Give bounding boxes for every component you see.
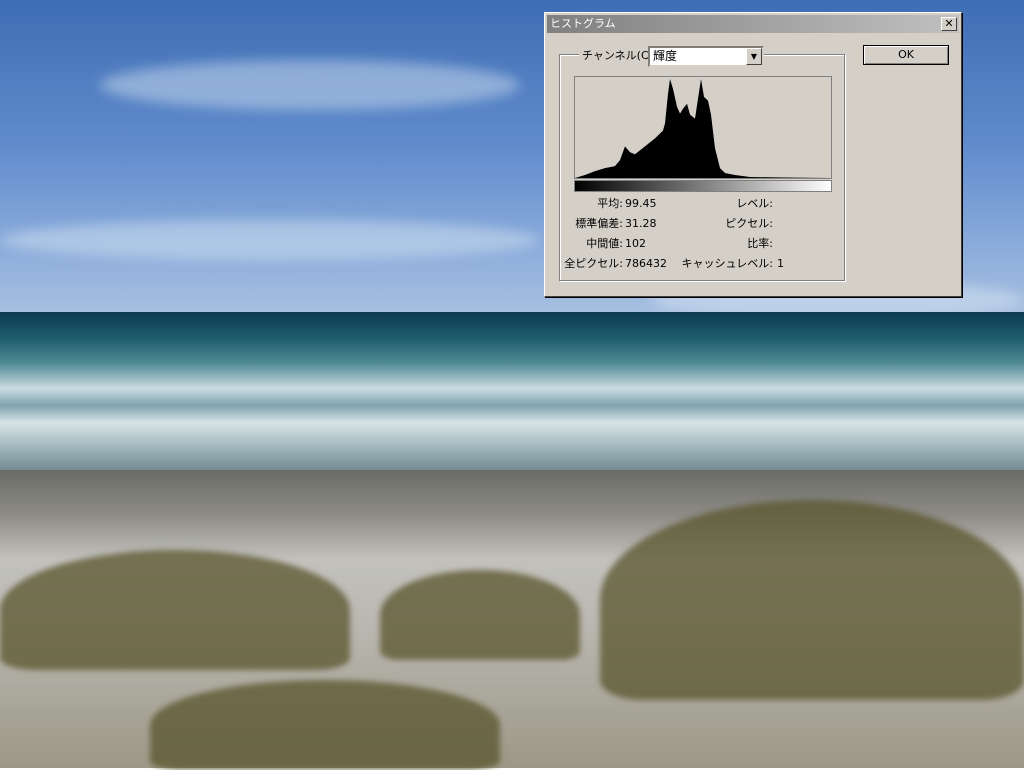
channel-select[interactable]: 輝度 ▼ (648, 46, 764, 67)
chevron-down-icon[interactable]: ▼ (746, 48, 762, 65)
total-pixels-value: 786432 (625, 257, 667, 270)
stddev-value: 31.28 (625, 217, 657, 230)
histogram-chart[interactable] (574, 76, 832, 179)
mean-value: 99.45 (625, 197, 657, 210)
channel-value: 輝度 (653, 49, 678, 63)
median-label: 中間値: (586, 237, 623, 250)
level-label: レベル: (736, 197, 773, 210)
ok-button[interactable]: OK (863, 45, 949, 65)
total-pixels-label: 全ピクセル: (564, 257, 623, 270)
luminance-gradient-bar (574, 180, 832, 192)
median-value: 102 (625, 237, 646, 250)
mean-label: 平均: (597, 197, 623, 210)
grass (380, 570, 580, 660)
percentile-label: 比率: (747, 237, 773, 250)
grass (150, 680, 500, 770)
dialog-title: ヒストグラム (550, 17, 616, 30)
grass (600, 500, 1024, 700)
cache-level-value: 1 (777, 257, 784, 270)
cloud (100, 60, 520, 110)
sea (0, 312, 1024, 482)
dialog-titlebar[interactable]: ヒストグラム ✕ (547, 15, 959, 33)
histogram-dialog: ヒストグラム ✕ チャンネル(C): 輝度 ▼ OK 平均: 99.45 標準偏… (544, 12, 962, 297)
cache-level-label: キャッシュレベル: (681, 257, 774, 270)
cloud (0, 220, 540, 260)
close-button[interactable]: ✕ (941, 17, 957, 31)
histogram-area (575, 79, 831, 178)
stddev-label: 標準偏差: (575, 217, 623, 230)
count-label: ピクセル: (725, 217, 773, 230)
grass (0, 550, 350, 670)
